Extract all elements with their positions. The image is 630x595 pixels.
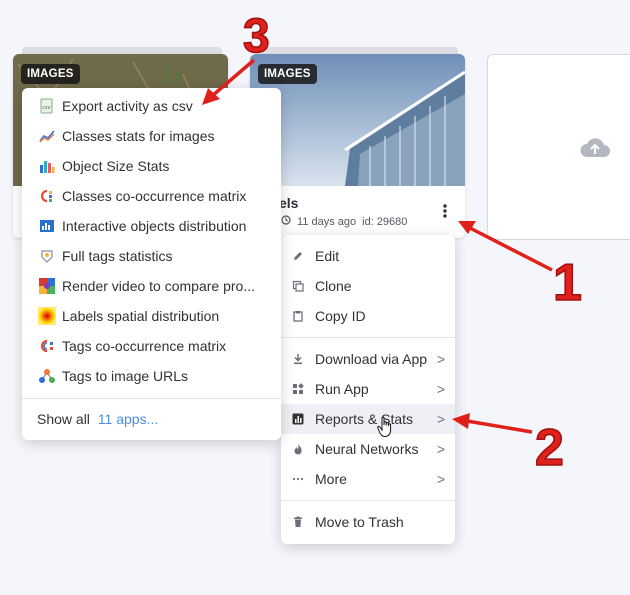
- submenu-item-tags-cooccurrence[interactable]: Tags co-occurrence matrix: [22, 331, 281, 361]
- card-title[interactable]: els: [279, 195, 298, 211]
- submenu-item-label: Render video to compare pro...: [62, 278, 255, 294]
- submenu-item-label: Interactive objects distribution: [62, 218, 247, 234]
- chevron-right-icon: >: [436, 351, 445, 367]
- card-type-badge: IMAGES: [258, 64, 317, 84]
- copy-icon: [289, 277, 307, 295]
- menu-item-edit[interactable]: Edit: [281, 241, 455, 271]
- line-chart-icon: [38, 127, 56, 145]
- csv-file-icon: csv: [38, 97, 56, 115]
- chevron-right-icon: >: [436, 411, 445, 427]
- submenu-item-label: Export activity as csv: [62, 98, 193, 114]
- submenu-item-full-tags[interactable]: Full tags statistics: [22, 241, 281, 271]
- menu-item-label: Move to Trash: [315, 514, 404, 530]
- svg-text:csv: csv: [42, 105, 50, 111]
- graph-nodes-icon: [38, 367, 56, 385]
- chevron-right-icon: >: [436, 441, 445, 457]
- show-all-apps: Show all 11 apps...: [37, 411, 158, 427]
- submenu-item-interactive-objects[interactable]: Interactive objects distribution: [22, 211, 281, 241]
- ellipsis-icon: [289, 470, 307, 488]
- annotation-number-2: 2: [535, 419, 564, 477]
- chevron-right-icon: >: [436, 381, 445, 397]
- submenu-item-label: Object Size Stats: [62, 158, 170, 174]
- menu-item-label: Edit: [315, 248, 340, 264]
- menu-item-label: Download via App: [315, 351, 428, 367]
- clock-icon: [281, 215, 291, 228]
- submenu-item-tags-to-urls[interactable]: Tags to image URLs: [22, 361, 281, 391]
- submenu-item-label: Tags co-occurrence matrix: [62, 338, 227, 354]
- download-icon: [289, 350, 307, 368]
- show-all-apps-link[interactable]: 11 apps...: [98, 411, 158, 427]
- annotation-arrow-2: [452, 413, 533, 434]
- submenu-item-render-video[interactable]: Render video to compare pro...: [22, 271, 281, 301]
- menu-divider: [22, 398, 281, 399]
- project-context-menu: Edit Clone Copy ID Download via App > Ru…: [281, 235, 455, 544]
- matrix-icon: [38, 187, 56, 205]
- menu-item-label: More: [315, 471, 347, 487]
- submenu-item-label: Labels spatial distribution: [62, 308, 220, 324]
- submenu-item-object-size[interactable]: Object Size Stats: [22, 151, 281, 181]
- tags-matrix-icon: [38, 337, 56, 355]
- submenu-item-label: Tags to image URLs: [62, 368, 189, 384]
- annotation-number-1: 1: [553, 254, 582, 312]
- card-updated-time: 11 days ago: [297, 215, 357, 228]
- menu-item-label: Copy ID: [315, 308, 366, 324]
- submenu-item-classes-stats[interactable]: Classes stats for images: [22, 121, 281, 151]
- menu-item-more[interactable]: More >: [281, 464, 455, 494]
- distribution-icon: [38, 217, 56, 235]
- menu-divider: [281, 337, 455, 338]
- chevron-right-icon: >: [436, 471, 445, 487]
- submenu-item-label: Full tags statistics: [62, 248, 173, 264]
- hand-cursor-icon: [377, 416, 395, 443]
- show-all-label: Show all: [37, 411, 90, 427]
- pencil-icon: [289, 247, 307, 265]
- menu-item-label: Neural Networks: [315, 441, 419, 457]
- menu-item-reports-stats[interactable]: Reports & Stats >: [281, 404, 455, 434]
- heatmap-icon: [38, 307, 56, 325]
- bar-chart-icon: [289, 410, 307, 428]
- bar-chart-color-icon: [38, 157, 56, 175]
- menu-item-label: Clone: [315, 278, 352, 294]
- submenu-item-label: Classes stats for images: [62, 128, 215, 144]
- project-card-2[interactable]: IMAGES els 11 days ago id: 29680: [250, 54, 465, 238]
- more-vertical-icon[interactable]: [439, 203, 451, 219]
- card-thumbnail-building: IMAGES: [250, 54, 465, 186]
- tag-badge-icon: [38, 247, 56, 265]
- menu-item-copy-id[interactable]: Copy ID: [281, 301, 455, 331]
- submenu-item-label: Classes co-occurrence matrix: [62, 188, 247, 204]
- card-id: id: 29680: [362, 215, 408, 228]
- clipboard-icon: [289, 307, 307, 325]
- card-type-badge: IMAGES: [21, 64, 80, 84]
- menu-item-clone[interactable]: Clone: [281, 271, 455, 301]
- menu-item-label: Reports & Stats: [315, 411, 414, 427]
- video-grid-icon: [38, 277, 56, 295]
- cloud-upload-icon: [578, 135, 612, 164]
- menu-item-label: Run App: [315, 381, 369, 397]
- upload-card[interactable]: [487, 54, 630, 240]
- card-meta: 11 days ago id: 29680: [281, 215, 407, 228]
- trash-icon: [289, 513, 307, 531]
- apps-grid-icon: [289, 380, 307, 398]
- reports-stats-submenu: csv Export activity as csv Classes stats…: [22, 88, 281, 440]
- submenu-item-labels-spatial[interactable]: Labels spatial distribution: [22, 301, 281, 331]
- submenu-item-classes-cooccurrence[interactable]: Classes co-occurrence matrix: [22, 181, 281, 211]
- menu-item-download-via-app[interactable]: Download via App >: [281, 344, 455, 374]
- submenu-item-export-csv[interactable]: csv Export activity as csv: [22, 91, 281, 121]
- menu-divider: [281, 500, 455, 501]
- menu-item-run-app[interactable]: Run App >: [281, 374, 455, 404]
- flame-icon: [289, 440, 307, 458]
- menu-item-move-to-trash[interactable]: Move to Trash: [281, 507, 455, 537]
- menu-item-neural-networks[interactable]: Neural Networks >: [281, 434, 455, 464]
